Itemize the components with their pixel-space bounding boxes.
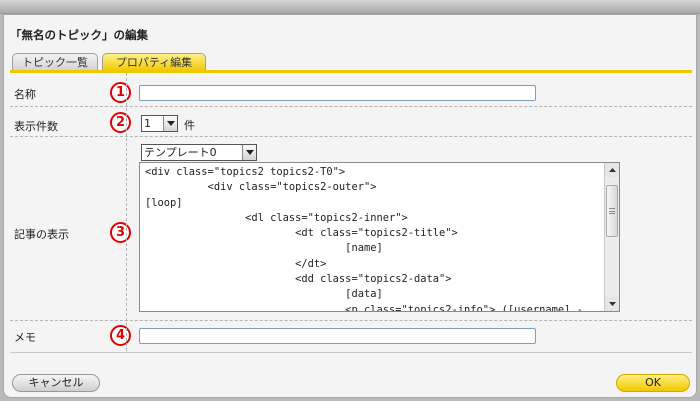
chevron-down-icon: [163, 116, 177, 131]
marker-3: 3: [110, 222, 131, 243]
template-select-value: テンプレート0: [144, 146, 217, 159]
display-count-select[interactable]: 1: [141, 115, 178, 132]
display-count-label: 表示件数: [14, 120, 58, 133]
chevron-down-icon: [242, 145, 256, 160]
display-count-value: 1: [144, 117, 151, 130]
name-input[interactable]: [139, 85, 536, 101]
marker-1: 1: [110, 82, 131, 103]
code-scrollbar[interactable]: [604, 163, 619, 311]
memo-input[interactable]: [139, 328, 536, 344]
tab-property-edit[interactable]: プロパティ編集: [102, 53, 206, 71]
template-code-text: <div class="topics2 topics2-T0"> <div cl…: [145, 166, 583, 312]
display-count-unit: 件: [184, 119, 195, 132]
marker-2: 2: [110, 112, 131, 133]
name-label: 名称: [14, 88, 36, 101]
window-title-bar: [0, 0, 700, 14]
scroll-up-icon[interactable]: [605, 163, 619, 177]
template-code-textarea[interactable]: <div class="topics2 topics2-T0"> <div cl…: [139, 162, 620, 312]
dialog-title: 「無名のトピック」の編集: [10, 28, 148, 42]
footer-divider: [10, 352, 692, 353]
memo-label: メモ: [14, 331, 36, 344]
scroll-down-icon[interactable]: [605, 297, 619, 311]
template-select[interactable]: テンプレート0: [141, 144, 257, 161]
row-divider: [10, 320, 692, 321]
tab-topic-list[interactable]: トピック一覧: [12, 53, 98, 71]
article-display-label: 記事の表示: [14, 228, 69, 241]
marker-4: 4: [110, 325, 131, 346]
edit-dialog: 「無名のトピック」の編集 トピック一覧 プロパティ編集 名称 1 表示件数 2 …: [3, 14, 697, 398]
row-divider: [10, 136, 692, 137]
ok-button[interactable]: OK: [616, 374, 690, 392]
row-divider: [10, 106, 692, 107]
tab-underline: [10, 70, 692, 73]
scroll-thumb[interactable]: [606, 185, 618, 237]
cancel-button[interactable]: キャンセル: [12, 374, 100, 392]
column-divider: [126, 73, 127, 351]
